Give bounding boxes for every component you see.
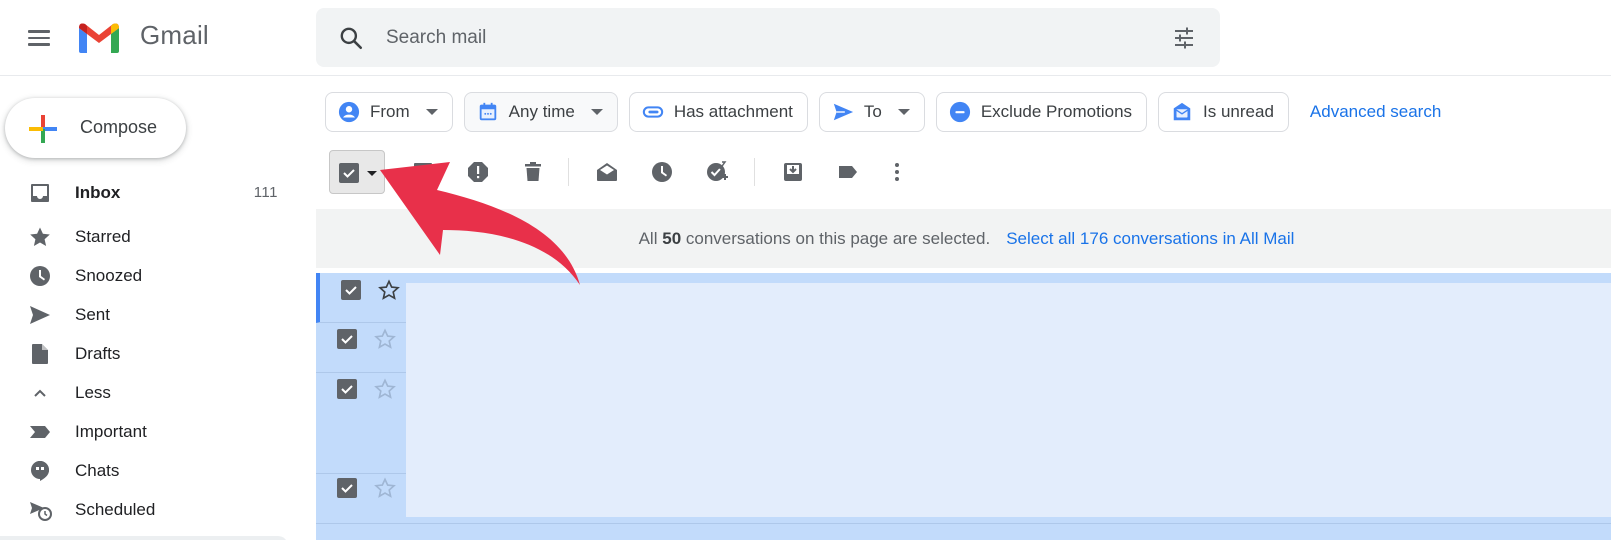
hamburger-menu-icon[interactable] [22, 22, 56, 54]
gmail-logo-icon[interactable] [76, 20, 122, 54]
row-checkbox[interactable] [337, 379, 357, 399]
calendar-icon [479, 102, 496, 121]
chip-exclude-promotions[interactable]: Exclude Promotions [935, 92, 1148, 132]
move-to-icon[interactable] [781, 160, 805, 184]
sidebar-item-label: Chats [75, 461, 120, 480]
chip-from[interactable]: From [325, 92, 453, 132]
label-icon[interactable] [836, 160, 860, 184]
banner-prefix: All [638, 228, 658, 248]
search-bar[interactable] [316, 8, 1220, 67]
chevron-down-icon [425, 109, 438, 115]
selected-count: 50 [662, 228, 682, 248]
checkbox-checked-icon [341, 484, 353, 493]
star-outline-icon[interactable] [378, 279, 400, 301]
sidebar-item-label: Inbox [75, 182, 121, 202]
chevron-down-icon [590, 109, 603, 115]
snooze-icon[interactable] [650, 160, 674, 184]
search-filter-chips: From Any time Has attachment To Exclude … [325, 92, 1441, 132]
paperclip-icon [642, 106, 663, 118]
chip-label: Any time [508, 102, 575, 121]
sidebar-item-starred[interactable]: Starred [0, 217, 300, 257]
chip-label: To [863, 102, 882, 121]
sidebar-item-label: Drafts [75, 344, 121, 363]
important-icon [30, 426, 50, 438]
chip-label: Has attachment [673, 102, 793, 121]
send-icon [833, 103, 853, 121]
chip-label: From [370, 102, 410, 121]
compose-button[interactable]: Compose [5, 98, 186, 158]
toolbar-divider [568, 158, 569, 186]
top-header: Gmail [0, 0, 1611, 76]
chat-icon [31, 461, 49, 481]
scheduled-send-icon [30, 502, 52, 521]
star-outline-icon[interactable] [374, 378, 396, 400]
plus-icon [29, 115, 57, 143]
report-spam-icon[interactable] [466, 160, 490, 184]
sidebar-item-sent[interactable]: Sent [0, 295, 300, 335]
unread-mail-icon [1173, 102, 1191, 121]
sidebar-item-important[interactable]: Important [0, 412, 300, 452]
sidebar-item-scheduled[interactable]: Scheduled [0, 490, 300, 530]
chevron-up-icon [34, 389, 46, 397]
chip-label: Is unread [1203, 102, 1274, 121]
mark-read-icon[interactable] [595, 160, 619, 184]
mail-toolbar [325, 148, 1611, 196]
chip-has-attachment[interactable]: Has attachment [628, 92, 808, 132]
star-outline-icon[interactable] [374, 477, 396, 499]
sidebar-scroll-edge [0, 536, 288, 540]
sidebar-item-inbox[interactable]: Inbox 111 [0, 178, 300, 207]
clock-icon [30, 266, 50, 286]
banner-suffix: conversations on this page are selected. [685, 228, 991, 248]
compose-label: Compose [80, 117, 158, 137]
sidebar-item-label: Less [75, 383, 111, 402]
checkbox-checked-icon [341, 335, 353, 344]
unread-count: 111 [253, 184, 278, 201]
checkbox-checked-icon [339, 163, 359, 183]
search-icon[interactable] [338, 25, 364, 51]
inbox-icon [31, 183, 49, 202]
chip-any-time[interactable]: Any time [463, 92, 618, 132]
checkbox-checked-icon [345, 286, 357, 295]
sidebar-item-label: Snoozed [75, 266, 143, 285]
mail-list [316, 273, 1611, 540]
chip-label: Exclude Promotions [980, 102, 1133, 121]
row-checkbox[interactable] [337, 329, 357, 349]
app-name: Gmail [140, 20, 209, 50]
sidebar-item-label: Starred [75, 227, 131, 246]
row-checkbox[interactable] [337, 478, 357, 498]
select-all-conversations-link[interactable]: Select all 176 conversations in All Mail [1006, 229, 1294, 249]
sidebar-item-label: Sent [75, 305, 110, 324]
advanced-search-link[interactable]: Advanced search [1310, 102, 1441, 122]
sidebar-item-snoozed[interactable]: Snoozed [0, 256, 300, 296]
archive-icon[interactable] [411, 160, 435, 184]
chip-is-unread[interactable]: Is unread [1158, 92, 1289, 132]
selection-banner: All 50 conversations on this page are se… [316, 209, 1611, 268]
star-icon [30, 227, 50, 246]
sidebar-item-label: Important [75, 422, 147, 441]
select-all-checkbox[interactable] [329, 150, 385, 194]
toolbar-divider [754, 158, 755, 186]
sidebar-item-chats[interactable]: Chats [0, 451, 300, 491]
redacted-mail-content [406, 283, 1611, 517]
tune-icon[interactable] [1172, 26, 1196, 50]
sidebar-nav: Inbox 111 Starred Snoozed Sent Drafts Le… [0, 178, 300, 530]
sidebar-item-less[interactable]: Less [0, 373, 300, 413]
row-checkbox[interactable] [341, 280, 361, 300]
search-input[interactable] [386, 22, 1146, 54]
delete-icon[interactable] [521, 160, 545, 184]
selection-status: All 50 conversations on this page are se… [639, 229, 991, 249]
minus-circle-icon [949, 101, 970, 123]
person-icon [338, 101, 360, 123]
draft-icon [32, 344, 48, 364]
star-outline-icon[interactable] [374, 328, 396, 350]
chip-to[interactable]: To [818, 92, 925, 132]
more-icon[interactable] [885, 160, 909, 184]
chevron-down-icon [897, 109, 910, 115]
send-icon [30, 306, 50, 324]
add-to-tasks-icon[interactable] [705, 160, 729, 184]
select-dropdown-caret-icon[interactable] [367, 171, 377, 176]
sidebar-item-drafts[interactable]: Drafts [0, 334, 300, 374]
sidebar-item-label: Scheduled [75, 500, 156, 519]
checkbox-checked-icon [341, 385, 353, 394]
